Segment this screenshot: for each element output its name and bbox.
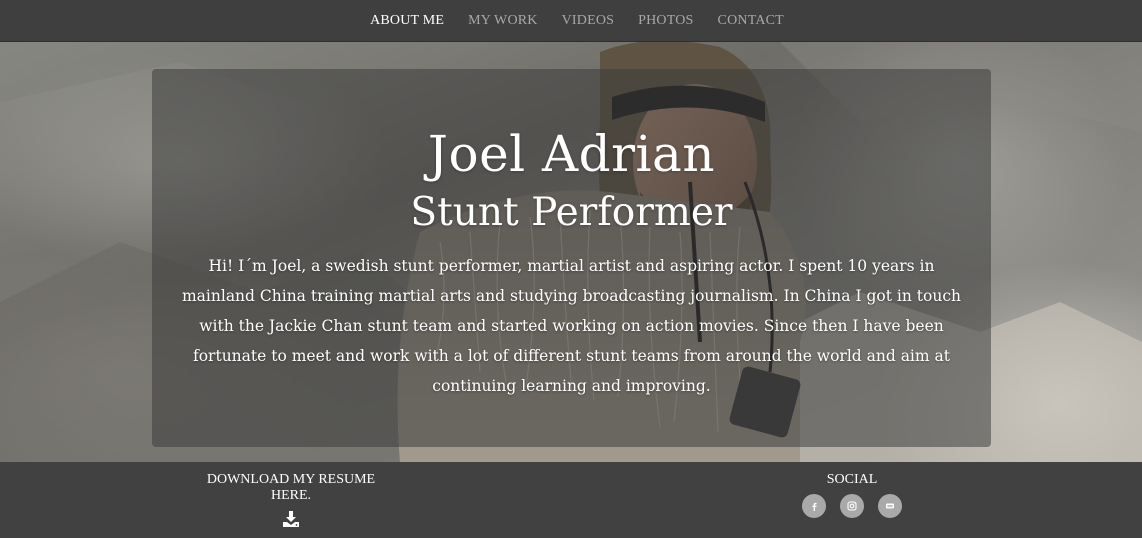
- nav-item-about-me[interactable]: ABOUT ME: [370, 13, 444, 29]
- nav-item-photos[interactable]: PHOTOS: [638, 13, 693, 29]
- hero-role: Stunt Performer: [410, 190, 733, 235]
- nav-menu: ABOUT ME MY WORK VIDEOS PHOTOS CONTACT: [358, 13, 784, 29]
- facebook-glyph: [812, 502, 817, 511]
- social-label: SOCIAL: [826, 472, 878, 487]
- footer: DOWNLOAD MY RESUME HERE. SOCIAL: [0, 462, 1142, 538]
- instagram-glyph: [847, 501, 857, 511]
- instagram-icon[interactable]: [840, 494, 864, 518]
- nav-item-videos[interactable]: VIDEOS: [562, 13, 615, 29]
- imdb-icon[interactable]: [878, 494, 902, 518]
- hero-bio: Hi! I´m Joel, a swedish stunt performer,…: [181, 257, 961, 395]
- facebook-icon[interactable]: [802, 494, 826, 518]
- hero-section: Joel Adrian Stunt Performer Hi! I´m Joel…: [0, 42, 1142, 462]
- nav-item-contact[interactable]: CONTACT: [718, 13, 784, 29]
- intro-card: Joel Adrian Stunt Performer Hi! I´m Joel…: [152, 69, 991, 447]
- resume-section: DOWNLOAD MY RESUME HERE.: [191, 472, 391, 528]
- nav-item-my-work[interactable]: MY WORK: [468, 13, 537, 29]
- imdb-glyph: [886, 503, 894, 509]
- resume-label: DOWNLOAD MY RESUME HERE.: [206, 472, 376, 503]
- download-icon[interactable]: [282, 510, 300, 528]
- hero-name: Joel Adrian: [427, 125, 716, 183]
- social-icons: [792, 494, 912, 518]
- social-section: SOCIAL: [792, 472, 912, 518]
- top-navigation: ABOUT ME MY WORK VIDEOS PHOTOS CONTACT: [0, 0, 1142, 42]
